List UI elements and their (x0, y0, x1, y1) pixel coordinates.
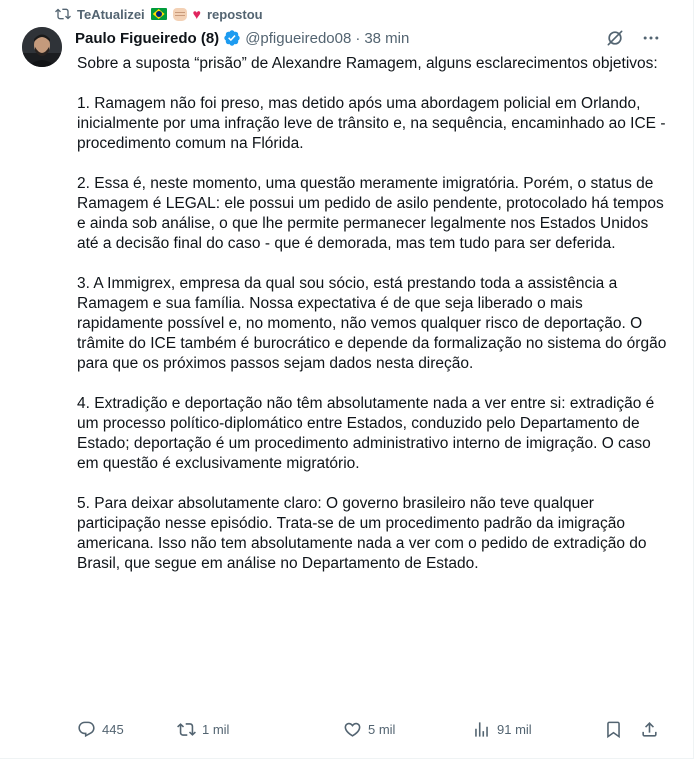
post-paragraph: 4. Extradição e deportação não têm absol… (77, 395, 655, 472)
share-icon (642, 722, 657, 737)
post-paragraph: 2. Essa é, neste momento, uma questão me… (77, 175, 664, 252)
views-button[interactable]: 91 mil (472, 720, 532, 739)
post-paragraph: 5. Para deixar absolutamente claro: O go… (77, 495, 647, 572)
post-paragraph: 3. A Immigrex, empresa da qual sou sócio… (77, 275, 667, 372)
repost-button[interactable]: 1 mil (177, 720, 229, 739)
header-actions (605, 28, 661, 48)
fist-emoji (172, 7, 187, 21)
header-separator: · (355, 29, 361, 47)
post-text: Sobre a suposta “prisão” de Alexandre Ra… (77, 54, 667, 574)
post-actions: 445 1 mil 5 mil 91 mil (77, 720, 661, 742)
repost-icon (177, 723, 196, 736)
grok-icon[interactable] (605, 28, 625, 48)
repost-icon (55, 8, 71, 20)
post-paragraph: Sobre a suposta “prisão” de Alexandre Ra… (77, 55, 658, 72)
reply-button[interactable]: 445 (77, 720, 124, 739)
reply-icon (78, 721, 95, 738)
more-icon[interactable] (641, 28, 661, 48)
post-page: TeAtualizei ♥ repostou Paulo Figueiredo … (0, 0, 694, 759)
reposter-name[interactable]: TeAtualizei (77, 7, 145, 22)
heart-icon (344, 722, 361, 737)
post-paragraph: 1. Ramagem não foi preso, mas detido apó… (77, 95, 666, 152)
bookmark-icon (607, 721, 620, 739)
share-button[interactable] (640, 720, 659, 739)
like-button[interactable]: 5 mil (343, 720, 395, 739)
like-count: 5 mil (368, 722, 396, 737)
post-header: Paulo Figueiredo (8) @pfigueiredo08 · 38… (75, 29, 409, 47)
verified-badge-icon (224, 30, 240, 46)
reply-count: 445 (102, 722, 124, 737)
repost-context[interactable]: TeAtualizei ♥ repostou (55, 4, 263, 24)
author-name[interactable]: Paulo Figueiredo (8) (75, 30, 219, 47)
author-handle[interactable]: @pfigueiredo08 (245, 30, 351, 47)
post-time[interactable]: 38 min (364, 30, 409, 47)
repost-count: 1 mil (202, 722, 230, 737)
brazil-flag-emoji (150, 8, 167, 20)
bookmark-button[interactable] (604, 720, 623, 739)
red-heart-emoji: ♥ (192, 6, 201, 22)
views-icon (475, 722, 488, 737)
views-count: 91 mil (497, 722, 532, 737)
repost-label: repostou (206, 6, 263, 22)
avatar[interactable] (22, 27, 62, 67)
